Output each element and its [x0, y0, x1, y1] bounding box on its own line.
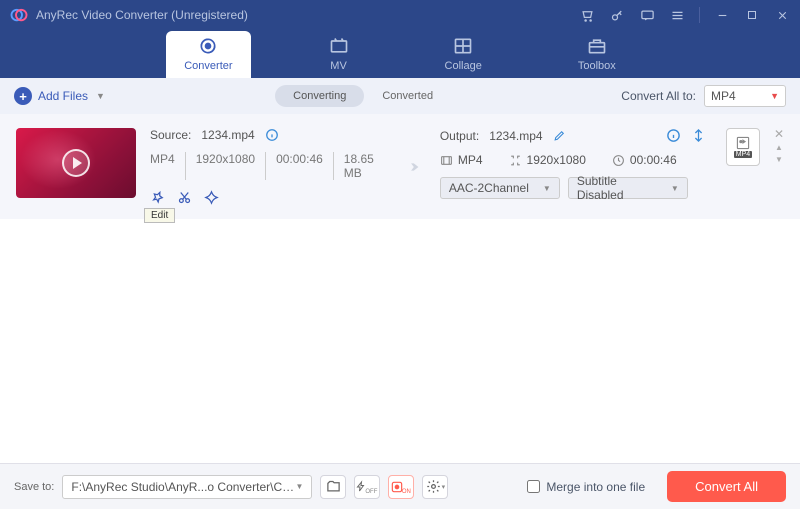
add-files-label: Add Files — [38, 89, 88, 103]
compress-icon[interactable] — [691, 128, 706, 143]
move-up-icon[interactable]: ▲ — [775, 144, 783, 152]
app-title: AnyRec Video Converter (Unregistered) — [36, 8, 579, 22]
edit-icon[interactable] — [150, 190, 165, 205]
chevron-down-icon: ▼ — [295, 482, 303, 491]
add-files-button[interactable]: + Add Files ▼ — [14, 87, 105, 105]
tab-label: Converter — [184, 60, 232, 72]
toolbar: + Add Files ▼ Converting Converted Conve… — [0, 78, 800, 114]
main-tabs: Converter MV Collage Toolbox — [0, 30, 800, 78]
src-size: 18.65 MB — [344, 152, 384, 180]
footer: Save to: F:\AnyRec Studio\AnyR...o Conve… — [0, 463, 800, 509]
cut-icon[interactable] — [177, 190, 192, 205]
source-label: Source: — [150, 128, 191, 142]
chevron-down-icon: ▼ — [543, 184, 551, 193]
source-filename: 1234.mp4 — [201, 128, 254, 142]
source-info: MP4 1920x1080 00:00:46 18.65 MB — [150, 152, 384, 180]
info-circle-icon[interactable] — [666, 128, 681, 143]
converter-icon — [198, 36, 218, 56]
save-path-select[interactable]: F:\AnyRec Studio\AnyR...o Converter\Conv… — [62, 475, 312, 499]
tab-label: Toolbox — [578, 60, 616, 72]
maximize-button[interactable] — [744, 7, 760, 23]
info-icon[interactable] — [265, 128, 279, 142]
source-column: Source: 1234.mp4 MP4 1920x1080 00:00:46 … — [150, 128, 384, 205]
src-duration: 00:00:46 — [276, 152, 334, 180]
convert-all-to: Convert All to: MP4 ▼ — [621, 85, 786, 107]
close-button[interactable] — [774, 7, 790, 23]
enhance-icon[interactable] — [204, 190, 219, 205]
tab-label: Collage — [445, 60, 482, 72]
key-icon[interactable] — [609, 7, 625, 23]
pencil-icon[interactable] — [553, 129, 566, 142]
resolution-icon — [509, 154, 522, 167]
output-selects: AAC-2Channel ▼ Subtitle Disabled ▼ — [440, 177, 706, 199]
tab-toolbox[interactable]: Toolbox — [560, 31, 634, 78]
output-label: Output: — [440, 129, 479, 143]
src-format: MP4 — [150, 152, 186, 180]
feedback-icon[interactable] — [639, 7, 655, 23]
arrow-icon — [398, 156, 426, 178]
open-folder-button[interactable] — [320, 475, 346, 499]
audio-select[interactable]: AAC-2Channel ▼ — [440, 177, 560, 199]
format-select[interactable]: MP4 ▼ — [704, 85, 786, 107]
play-icon — [62, 149, 90, 177]
tab-converter[interactable]: Converter — [166, 31, 250, 78]
mv-icon — [329, 36, 349, 56]
video-icon — [440, 154, 453, 167]
chevron-down-icon: ▼ — [671, 184, 679, 193]
save-to-label: Save to: — [14, 481, 54, 493]
out-resolution: 1920x1080 — [527, 153, 586, 167]
cart-icon[interactable] — [579, 7, 595, 23]
format-picker-box: MP4 — [726, 128, 760, 205]
merge-checkbox-input[interactable] — [527, 480, 540, 493]
clock-icon — [612, 154, 625, 167]
chevron-down-icon: ▼ — [770, 91, 779, 101]
out-duration: 00:00:46 — [630, 153, 677, 167]
format-value: MP4 — [711, 89, 736, 103]
source-actions: Edit — [150, 190, 384, 205]
collage-icon — [453, 36, 473, 56]
output-info: MP4 1920x1080 00:00:46 — [440, 153, 706, 167]
titlebar: AnyRec Video Converter (Unregistered) — [0, 0, 800, 30]
file-icon — [734, 136, 752, 150]
merge-label: Merge into one file — [546, 480, 645, 494]
tab-converted[interactable]: Converted — [364, 85, 451, 107]
status-segment: Converting Converted — [275, 85, 451, 107]
move-down-icon[interactable]: ▼ — [775, 156, 783, 164]
tab-mv[interactable]: MV — [311, 31, 367, 78]
folder-icon — [326, 479, 341, 494]
output-column: Output: 1234.mp4 MP4 1920x1080 00:00:46 … — [440, 128, 706, 205]
chevron-down-icon[interactable]: ▼ — [96, 91, 105, 101]
format-badge: MP4 — [734, 151, 752, 158]
convert-all-label: Convert All to: — [621, 89, 696, 103]
minimize-button[interactable] — [714, 7, 730, 23]
audio-value: AAC-2Channel — [449, 181, 529, 195]
subtitle-select[interactable]: Subtitle Disabled ▼ — [568, 177, 688, 199]
plus-icon: + — [14, 87, 32, 105]
item-controls: ✕ ▲ ▼ — [774, 128, 784, 205]
save-path-value: F:\AnyRec Studio\AnyR...o Converter\Conv… — [71, 480, 295, 494]
toolbox-icon — [587, 36, 607, 56]
app-logo-icon — [10, 6, 28, 24]
settings-button[interactable]: ▾ — [422, 475, 448, 499]
tab-converting[interactable]: Converting — [275, 85, 364, 107]
titlebar-actions — [579, 7, 790, 23]
divider — [699, 7, 700, 23]
convert-all-button[interactable]: Convert All — [667, 471, 786, 502]
record-button[interactable]: ON — [388, 475, 414, 499]
merge-checkbox[interactable]: Merge into one file — [527, 480, 645, 494]
tab-collage[interactable]: Collage — [427, 31, 500, 78]
media-item: Source: 1234.mp4 MP4 1920x1080 00:00:46 … — [0, 114, 800, 219]
hw-accel-button[interactable]: OFF — [354, 475, 380, 499]
output-filename: 1234.mp4 — [489, 129, 542, 143]
gear-icon — [426, 479, 441, 494]
video-thumbnail[interactable] — [16, 128, 136, 198]
out-format: MP4 — [458, 153, 483, 167]
subtitle-value: Subtitle Disabled — [577, 174, 659, 202]
output-format-button[interactable]: MP4 — [726, 128, 760, 166]
remove-item-icon[interactable]: ✕ — [774, 128, 784, 140]
src-resolution: 1920x1080 — [196, 152, 266, 180]
menu-icon[interactable] — [669, 7, 685, 23]
edit-tooltip: Edit — [144, 208, 175, 223]
tab-label: MV — [330, 60, 347, 72]
